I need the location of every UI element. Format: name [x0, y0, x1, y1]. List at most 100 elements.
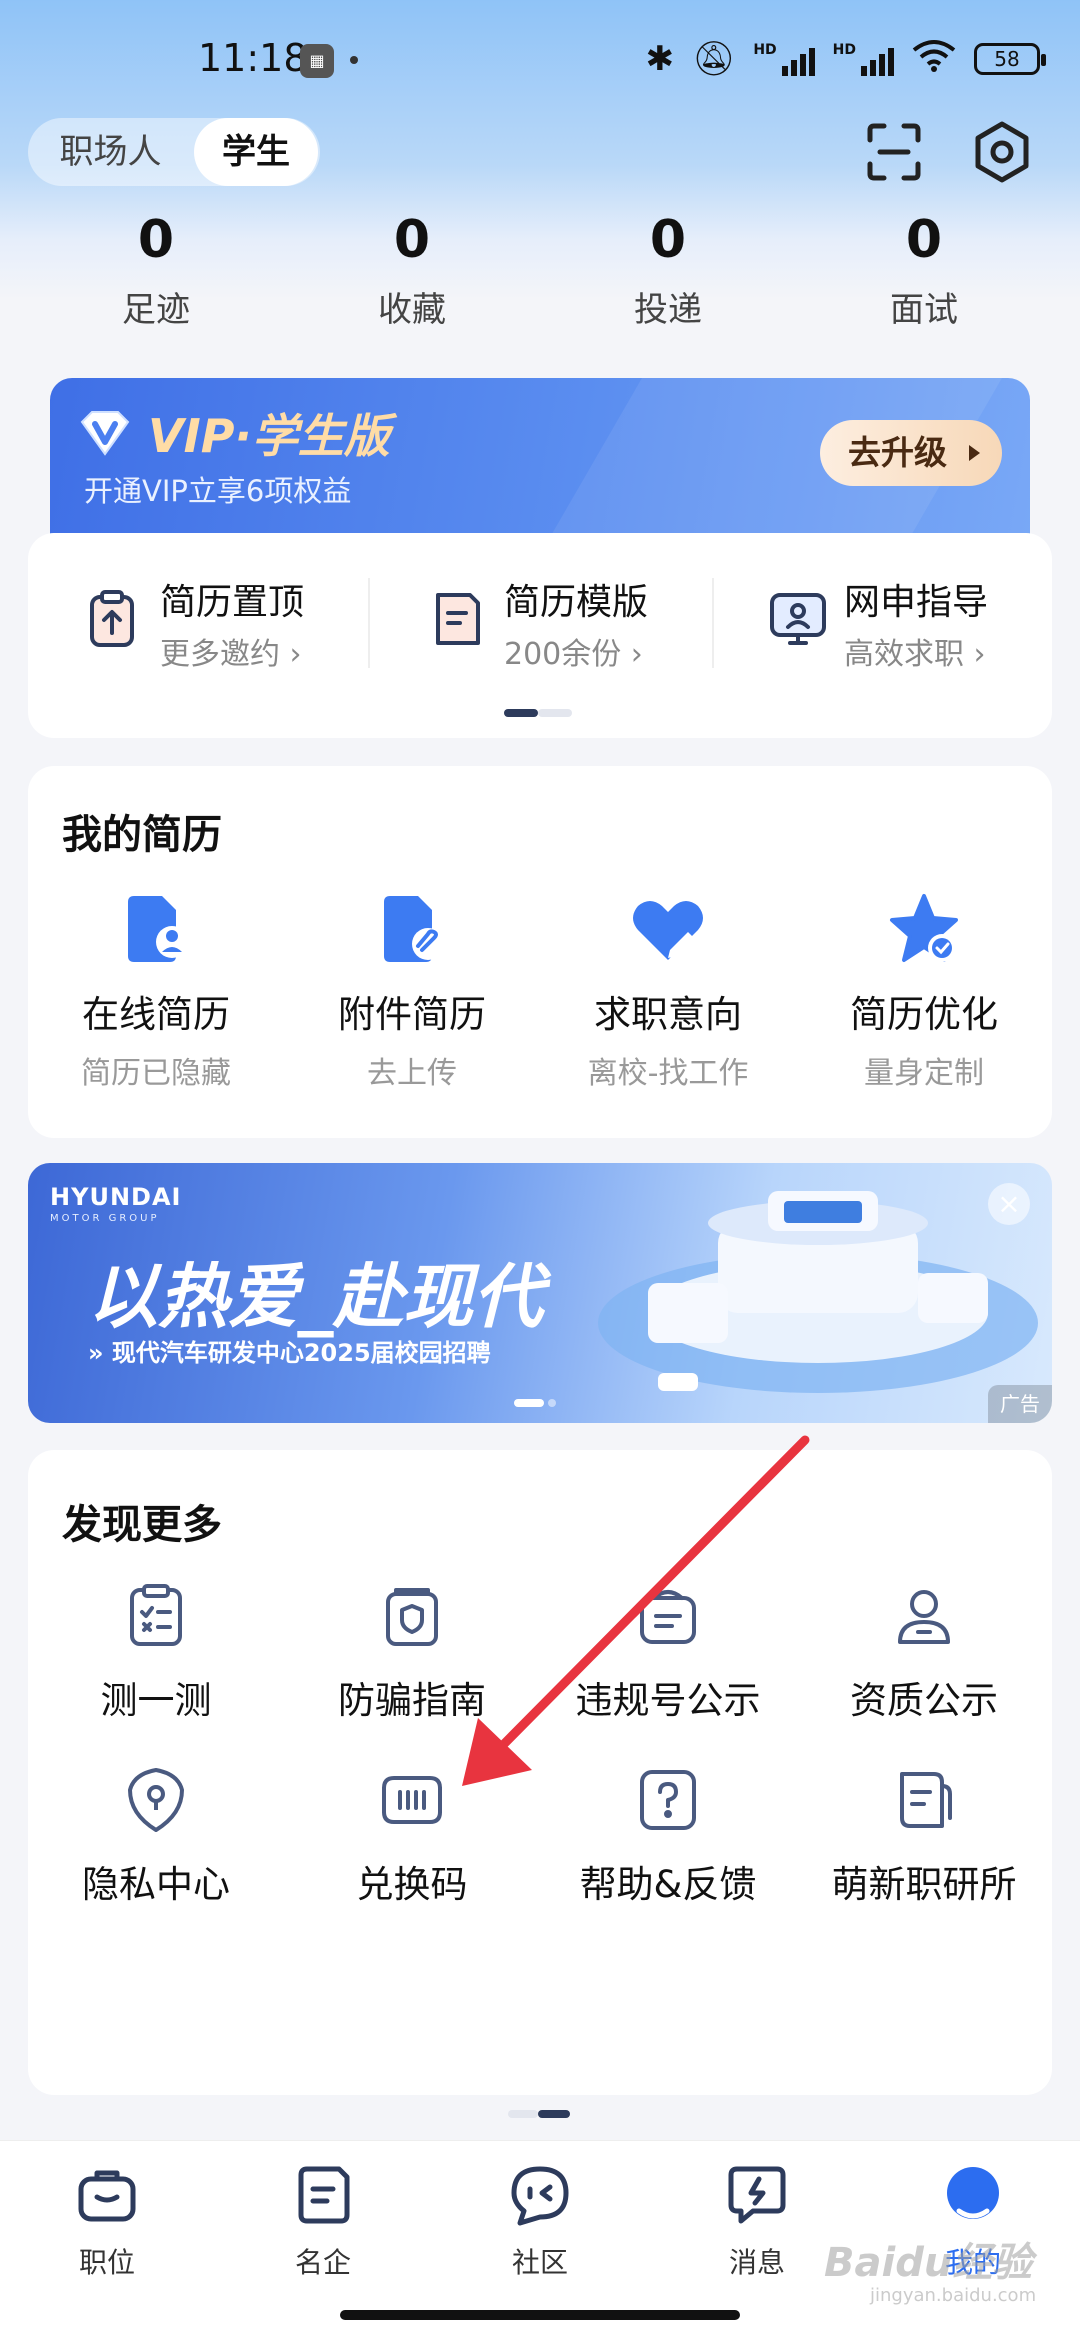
online-resume-item[interactable]: 在线简历 简历已隐藏 [28, 890, 284, 1092]
discover-label: 资质公示 [850, 1679, 998, 1722]
stat-value: 0 [137, 210, 175, 270]
quick-action-title: 简历模版 [504, 582, 649, 623]
quick-action-title: 简历置顶 [160, 582, 305, 623]
clipboard-up-icon [80, 585, 148, 653]
status-icons: ✱ 🔕︎ HD HD 58 [645, 38, 1046, 80]
role-tab-professional[interactable]: 职场人 [28, 118, 193, 186]
nav-jobs[interactable]: 职位 [32, 2161, 182, 2281]
star-check-icon [884, 890, 964, 970]
nav-community[interactable]: 社区 [465, 2161, 615, 2281]
grid-item-sub: 简历已隐藏 [81, 1056, 231, 1091]
grid-item-sub: 离校-找工作 [587, 1056, 749, 1091]
status-time: 11:18 [198, 36, 308, 80]
discover-title: 发现更多 [62, 1502, 222, 1548]
online-resume-icon [116, 890, 196, 970]
divider [368, 578, 370, 668]
my-resume-title: 我的简历 [62, 812, 222, 858]
role-switch[interactable]: 职场人 学生 [28, 118, 320, 186]
role-tab-student[interactable]: 学生 [194, 118, 318, 186]
signal-1-icon: HD [753, 42, 815, 76]
ad-building-illustration [598, 1191, 1038, 1393]
ad-brand: HYUNDAI [50, 1183, 182, 1211]
vip-upgrade-button[interactable]: 去升级 [820, 420, 1002, 486]
grid-item-label: 求职意向 [594, 993, 742, 1036]
battery-icon: 58 [974, 43, 1046, 75]
bluetooth-icon: ✱ [645, 39, 675, 79]
stat-interviews[interactable]: 0 面试 [824, 210, 1024, 331]
vip-upgrade-label: 去升级 [848, 433, 947, 472]
discover-redeem-code[interactable]: 兑换码 [284, 1764, 540, 1908]
quick-action-online-guide[interactable]: 网申指导 高效求职 › [764, 573, 1080, 683]
discover-label: 兑换码 [356, 1863, 468, 1906]
stat-applications[interactable]: 0 投递 [568, 210, 768, 331]
discover-violation[interactable]: 违规号公示 [540, 1580, 796, 1724]
quick-action-templates[interactable]: 简历模版 200余份 › [424, 573, 744, 683]
discover-label: 测一测 [100, 1679, 212, 1722]
stat-value: 0 [393, 210, 431, 270]
nav-companies[interactable]: 名企 [248, 2161, 398, 2281]
discover-label: 违规号公示 [575, 1679, 761, 1722]
scan-icon[interactable] [860, 118, 928, 186]
community-chat-icon [506, 2161, 574, 2229]
discover-privacy[interactable]: 隐私中心 [28, 1764, 284, 1908]
status-bar: 11:18 ▦ ✱ 🔕︎ HD HD 58 [0, 0, 1080, 120]
my-resume-card: 我的简历 在线简历 简历已隐藏 附件简历 去上传 求职意向 离校-找工作 简历优… [28, 766, 1052, 1138]
discover-label: 防骗指南 [338, 1679, 486, 1722]
ad-slogan: 以热爱_赴现代 [88, 1256, 543, 1338]
nav-label: 职位 [78, 2246, 135, 2279]
discover-label: 帮助&反馈 [579, 1863, 757, 1906]
stat-value: 0 [649, 210, 687, 270]
stat-label: 投递 [634, 290, 702, 330]
close-icon[interactable]: × [988, 1183, 1030, 1225]
discover-test[interactable]: 测一测 [28, 1580, 284, 1724]
shield-guide-icon [376, 1580, 448, 1652]
stat-footprint[interactable]: 0 足迹 [56, 210, 256, 331]
attachment-resume-item[interactable]: 附件简历 去上传 [284, 890, 540, 1092]
mute-icon: 🔕︎ [692, 39, 736, 79]
discover-pager [508, 2110, 570, 2118]
watermark: Baidu经验 [824, 2240, 1033, 2286]
discover-help-feedback[interactable]: 帮助&反馈 [540, 1764, 796, 1908]
document-template-icon [424, 585, 492, 653]
vip-subtitle: 开通VIP立享6项权益 [84, 474, 352, 508]
grid-item-sub: 量身定制 [864, 1056, 984, 1091]
discover-label: 隐私中心 [82, 1863, 230, 1906]
violation-notice-icon [632, 1580, 704, 1652]
redeem-code-icon [376, 1764, 448, 1836]
quick-action-subtitle: 200余份 › [504, 637, 643, 672]
company-icon [289, 2161, 357, 2229]
attachment-resume-icon [372, 890, 452, 970]
nav-label: 消息 [728, 2246, 785, 2279]
ad-pager [514, 1399, 556, 1407]
quick-action-resume-top[interactable]: 简历置顶 更多邀约 › [80, 573, 400, 683]
stat-label: 面试 [890, 290, 958, 330]
test-checklist-icon [120, 1580, 192, 1652]
nav-label: 名企 [294, 2246, 351, 2279]
qualification-person-icon [888, 1580, 960, 1652]
quick-action-subtitle: 高效求职 › [844, 637, 986, 672]
quick-action-subtitle: 更多邀约 › [160, 637, 302, 672]
watermark-sub: jingyan.baidu.com [870, 2285, 1037, 2306]
discover-qualification[interactable]: 资质公示 [796, 1580, 1052, 1724]
privacy-shield-icon [120, 1764, 192, 1836]
monitor-person-icon [764, 585, 832, 653]
job-intention-item[interactable]: 求职意向 离校-找工作 [540, 890, 796, 1092]
home-indicator[interactable] [340, 2310, 740, 2320]
signal-2-icon: HD [833, 42, 894, 76]
resume-optimize-item[interactable]: 简历优化 量身定制 [796, 890, 1052, 1092]
discover-newbie-lab[interactable]: 萌新职研所 [796, 1764, 1052, 1908]
nav-messages[interactable]: 消息 [682, 2161, 832, 2281]
vip-banner[interactable]: VIP·学生版 开通VIP立享6项权益 去升级 [50, 378, 1030, 553]
settings-icon[interactable] [968, 118, 1036, 186]
heart-edit-icon [628, 890, 708, 970]
vip-title: VIP·学生版 [148, 409, 390, 463]
discover-label: 萌新职研所 [831, 1863, 1017, 1906]
vip-diamond-icon [78, 408, 132, 458]
ad-banner[interactable]: HYUNDAI MOTOR GROUP 以热爱_赴现代 » 现代汽车研发中心20… [28, 1163, 1052, 1423]
stat-favorites[interactable]: 0 收藏 [312, 210, 512, 331]
discover-card: 发现更多 测一测 防骗指南 违规号公示 资质公示 隐私中心 兑换码 帮助&反馈 … [28, 1450, 1052, 2118]
quick-actions-pager [504, 709, 572, 717]
grid-item-label: 简历优化 [850, 993, 998, 1036]
message-icon [723, 2161, 791, 2229]
discover-anti-fraud[interactable]: 防骗指南 [284, 1580, 540, 1724]
